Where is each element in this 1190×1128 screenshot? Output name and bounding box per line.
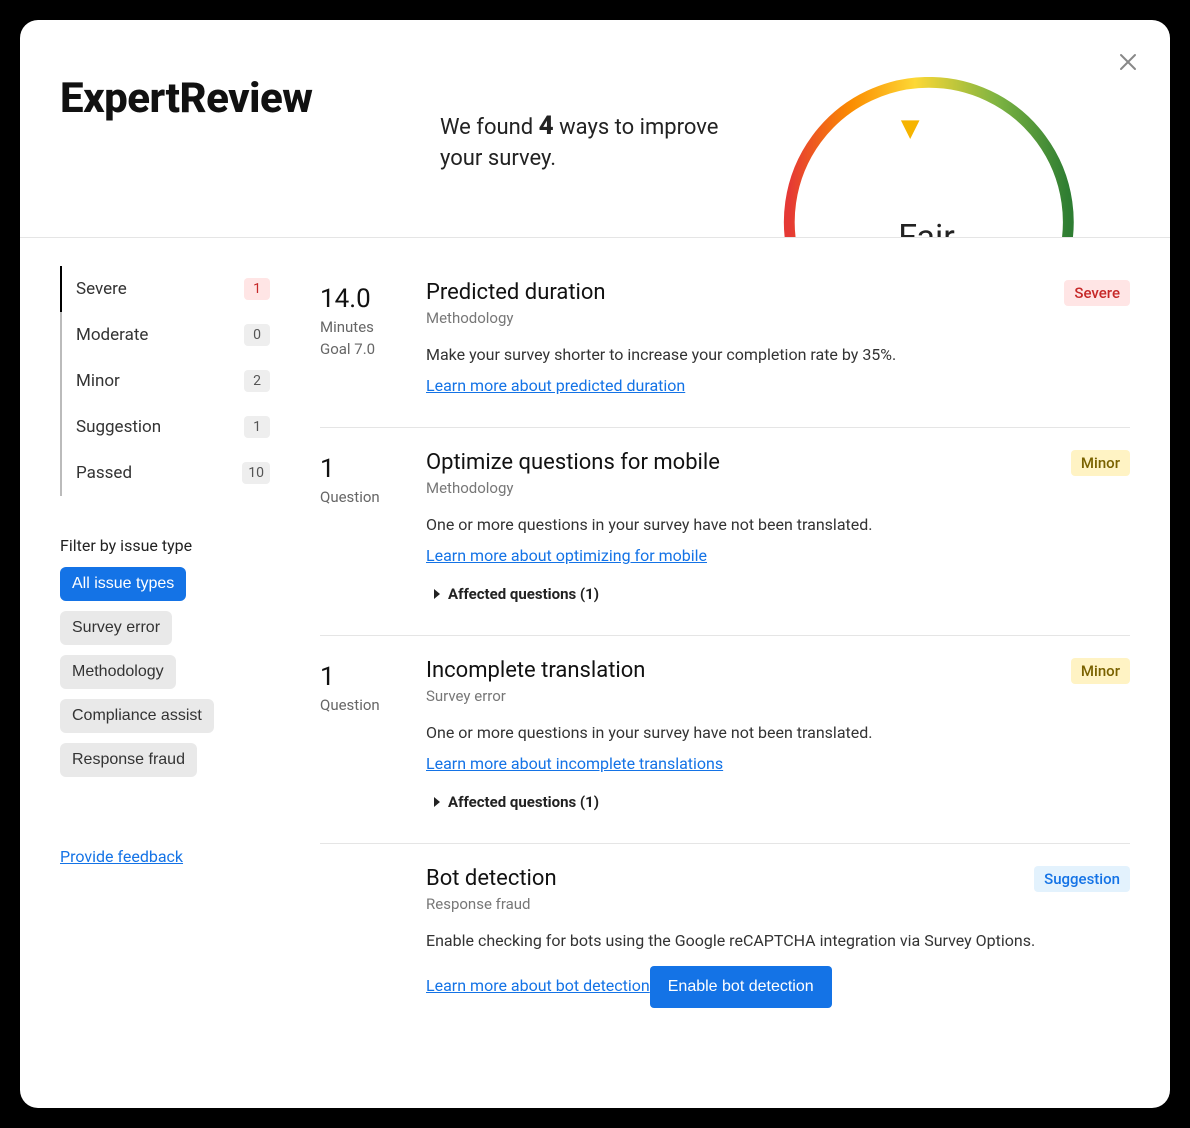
filter-chip[interactable]: Compliance assist: [60, 699, 214, 733]
issue-severity-tag: Suggestion: [1034, 866, 1130, 892]
expert-review-panel: ExpertReview We found 4 ways to improve …: [20, 20, 1170, 1108]
issue-action-button[interactable]: Enable bot detection: [650, 966, 832, 1008]
brand-title: ExpertReview: [60, 74, 440, 123]
severity-list: Severe 1 Moderate 0 Minor 2 Suggestion 1 Passed 1…: [60, 266, 280, 496]
chevron-right-icon: [434, 797, 440, 807]
issue-severity-tag: Minor: [1071, 658, 1130, 684]
issue-row: 1 Question MinorOptimize questions for mob…: [320, 428, 1130, 636]
summary-prefix: We found: [440, 115, 539, 140]
severity-row-minor[interactable]: Minor 2: [60, 358, 280, 404]
affected-questions-toggle[interactable]: Affected questions (1): [426, 585, 1130, 603]
issue-main: MinorOptimize questions for mobile Method…: [426, 450, 1130, 603]
severity-count-badge: 2: [244, 370, 270, 392]
summary-count: 4: [539, 111, 554, 141]
sidebar: Severe 1 Moderate 0 Minor 2 Suggestion 1 Passed 1…: [60, 258, 280, 1040]
severity-row-moderate[interactable]: Moderate 0: [60, 312, 280, 358]
issue-severity-tag: Minor: [1071, 450, 1130, 476]
issue-metric: 14.0 Minutes Goal 7.0: [320, 280, 416, 395]
severity-count-badge: 1: [244, 416, 270, 438]
issue-metric: 1 Question: [320, 658, 416, 811]
issue-metric: 1 Question: [320, 450, 416, 603]
metric-number: 1: [320, 662, 416, 692]
issue-learn-more-link[interactable]: Learn more about incomplete translations: [426, 754, 723, 773]
chevron-right-icon: [434, 589, 440, 599]
issue-learn-more-link[interactable]: Learn more about predicted duration: [426, 376, 685, 395]
issue-description: One or more questions in your survey hav…: [426, 723, 1130, 742]
issue-category: Methodology: [426, 479, 1130, 497]
affected-questions-label: Affected questions (1): [448, 585, 599, 603]
issue-row: SuggestionBot detection Response fraud Ena…: [320, 844, 1130, 1040]
severity-label: Passed: [76, 463, 132, 483]
severity-row-passed[interactable]: Passed 10: [60, 450, 280, 496]
issue-learn-more-link[interactable]: Learn more about bot detection: [426, 976, 650, 995]
metric-goal: Goal 7.0: [320, 340, 416, 358]
metric-number: 1: [320, 454, 416, 484]
issue-title: Predicted duration: [426, 280, 1130, 305]
severity-row-suggestion[interactable]: Suggestion 1: [60, 404, 280, 450]
issue-metric: [320, 866, 416, 1008]
severity-label: Minor: [76, 371, 120, 391]
severity-label: Moderate: [76, 325, 148, 345]
metric-label: Question: [320, 696, 416, 714]
severity-label: Suggestion: [76, 417, 161, 437]
affected-questions-toggle[interactable]: Affected questions (1): [426, 793, 1130, 811]
issue-title: Incomplete translation: [426, 658, 1130, 683]
header: ExpertReview We found 4 ways to improve …: [20, 20, 1170, 238]
gauge-pointer-icon: [901, 120, 920, 139]
gauge-rating: Fair: [871, 217, 983, 237]
filter-chip[interactable]: Methodology: [60, 655, 176, 689]
filter-chip[interactable]: Survey error: [60, 611, 172, 645]
gauge: Fair OVERALL SCORE: [740, 20, 1130, 237]
issue-category: Response fraud: [426, 895, 1130, 913]
issue-row: 14.0 Minutes Goal 7.0 SeverePredicted durat…: [320, 258, 1130, 428]
severity-label: Severe: [76, 279, 127, 299]
filter-chip[interactable]: Response fraud: [60, 743, 197, 777]
summary-text: We found 4 ways to improve your survey.: [440, 108, 740, 175]
issue-description: Make your survey shorter to increase you…: [426, 345, 1130, 364]
issue-description: One or more questions in your survey hav…: [426, 515, 1130, 534]
filter-chip[interactable]: All issue types: [60, 567, 186, 601]
issue-category: Survey error: [426, 687, 1130, 705]
issue-description: Enable checking for bots using the Googl…: [426, 931, 1130, 950]
severity-count-badge: 0: [244, 324, 270, 346]
severity-count-badge: 1: [244, 278, 270, 300]
issue-main: SuggestionBot detection Response fraud Ena…: [426, 866, 1130, 1008]
issue-main: MinorIncomplete translation Survey error O…: [426, 658, 1130, 811]
severity-row-severe[interactable]: Severe 1: [60, 266, 280, 312]
issue-row: 1 Question MinorIncomplete translation Surv…: [320, 636, 1130, 844]
issue-title: Bot detection: [426, 866, 1130, 891]
severity-count-badge: 10: [242, 462, 270, 484]
filter-title: Filter by issue type: [60, 536, 280, 555]
metric-label: Minutes: [320, 318, 416, 336]
issue-main: SeverePredicted duration Methodology Make …: [426, 280, 1130, 395]
metric-label: Question: [320, 488, 416, 506]
issue-list: 14.0 Minutes Goal 7.0 SeverePredicted durat…: [280, 258, 1130, 1040]
issue-learn-more-link[interactable]: Learn more about optimizing for mobile: [426, 546, 707, 565]
issue-category: Methodology: [426, 309, 1130, 327]
filter-chip-row: All issue types Survey error Methodology Co…: [60, 567, 280, 777]
issue-title: Optimize questions for mobile: [426, 450, 1130, 475]
metric-number: 14.0: [320, 284, 416, 314]
issue-severity-tag: Severe: [1064, 280, 1130, 306]
provide-feedback-link[interactable]: Provide feedback: [60, 847, 183, 866]
affected-questions-label: Affected questions (1): [448, 793, 599, 811]
